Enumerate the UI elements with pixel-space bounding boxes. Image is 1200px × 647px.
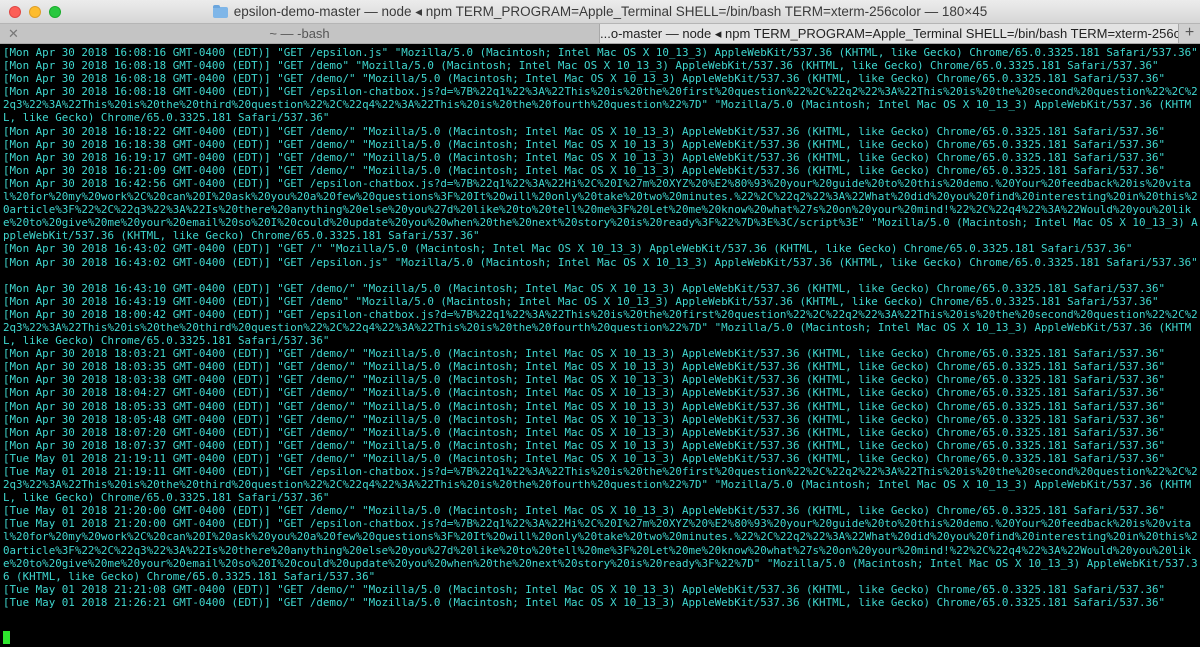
- log-line: [Mon Apr 30 2018 18:05:48 GMT-0400 (EDT)…: [3, 412, 1166, 426]
- window-title: epsilon-demo-master — node ◂ npm TERM_PR…: [233, 4, 988, 19]
- tab-close-icon[interactable]: ✕: [8, 24, 19, 43]
- log-line: [Mon Apr 30 2018 18:07:20 GMT-0400 (EDT)…: [3, 425, 1166, 439]
- folder-icon: [212, 4, 228, 18]
- log-line: [Tue May 01 2018 21:19:11 GMT-0400 (EDT)…: [3, 465, 1198, 505]
- log-line: [Mon Apr 30 2018 18:07:37 GMT-0400 (EDT)…: [3, 438, 1166, 452]
- log-line: [Mon Apr 30 2018 16:18:38 GMT-0400 (EDT)…: [3, 137, 1166, 151]
- log-line: [Mon Apr 30 2018 18:03:35 GMT-0400 (EDT)…: [3, 360, 1166, 374]
- log-line: [Mon Apr 30 2018 16:08:16 GMT-0400 (EDT)…: [3, 46, 1198, 59]
- log-line: [Mon Apr 30 2018 18:03:38 GMT-0400 (EDT)…: [3, 373, 1166, 387]
- tab-node-npm[interactable]: ...o-master — node ◂ npm TERM_PROGRAM=Ap…: [600, 24, 1178, 43]
- tab-label: ~ — -bash: [269, 26, 330, 41]
- log-line: [Mon Apr 30 2018 16:43:10 GMT-0400 (EDT)…: [3, 281, 1166, 295]
- log-line: [Mon Apr 30 2018 16:08:18 GMT-0400 (EDT)…: [3, 72, 1166, 86]
- log-line: [Tue May 01 2018 21:20:00 GMT-0400 (EDT)…: [3, 517, 1198, 583]
- tab-bash[interactable]: ✕ ~ — -bash: [0, 24, 600, 43]
- window-title-wrap: epsilon-demo-master — node ◂ npm TERM_PR…: [0, 4, 1200, 20]
- log-line: [Mon Apr 30 2018 16:43:02 GMT-0400 (EDT)…: [3, 255, 1198, 269]
- log-line: [Tue May 01 2018 21:19:11 GMT-0400 (EDT)…: [3, 451, 1166, 465]
- log-line: [Mon Apr 30 2018 16:21:09 GMT-0400 (EDT)…: [3, 163, 1166, 177]
- log-line: [Tue May 01 2018 21:20:00 GMT-0400 (EDT)…: [3, 504, 1166, 518]
- log-line: [Mon Apr 30 2018 18:04:27 GMT-0400 (EDT)…: [3, 386, 1166, 400]
- log-line: [Mon Apr 30 2018 16:43:02 GMT-0400 (EDT)…: [3, 242, 1133, 256]
- title-bar[interactable]: epsilon-demo-master — node ◂ npm TERM_PR…: [0, 0, 1200, 24]
- log-line: [Mon Apr 30 2018 18:03:21 GMT-0400 (EDT)…: [3, 347, 1166, 361]
- log-line: [Mon Apr 30 2018 18:00:42 GMT-0400 (EDT)…: [3, 307, 1198, 348]
- new-tab-button[interactable]: +: [1178, 24, 1200, 43]
- log-line: [Tue May 01 2018 21:21:08 GMT-0400 (EDT)…: [3, 582, 1166, 596]
- terminal-window: epsilon-demo-master — node ◂ npm TERM_PR…: [0, 0, 1200, 647]
- terminal-cursor: [3, 631, 10, 644]
- log-output: [Mon Apr 30 2018 16:08:16 GMT-0400 (EDT)…: [3, 46, 1200, 609]
- log-line: [Mon Apr 30 2018 16:18:22 GMT-0400 (EDT)…: [3, 124, 1166, 138]
- log-line: [Mon Apr 30 2018 16:19:17 GMT-0400 (EDT)…: [3, 150, 1166, 164]
- log-line: [Tue May 01 2018 21:26:21 GMT-0400 (EDT)…: [3, 595, 1166, 609]
- tab-bar: ✕ ~ — -bash ...o-master — node ◂ npm TER…: [0, 24, 1200, 44]
- log-line: [Mon Apr 30 2018 16:08:18 GMT-0400 (EDT)…: [3, 85, 1198, 125]
- log-line: [Mon Apr 30 2018 16:43:19 GMT-0400 (EDT)…: [3, 294, 1159, 308]
- tab-label: ...o-master — node ◂ npm TERM_PROGRAM=Ap…: [600, 26, 1178, 41]
- log-line: [Mon Apr 30 2018 16:42:56 GMT-0400 (EDT)…: [3, 176, 1198, 243]
- log-line: [Mon Apr 30 2018 18:05:33 GMT-0400 (EDT)…: [3, 399, 1166, 413]
- terminal-output[interactable]: [Mon Apr 30 2018 16:08:16 GMT-0400 (EDT)…: [0, 44, 1200, 647]
- log-line: [Mon Apr 30 2018 16:08:18 GMT-0400 (EDT)…: [3, 59, 1159, 73]
